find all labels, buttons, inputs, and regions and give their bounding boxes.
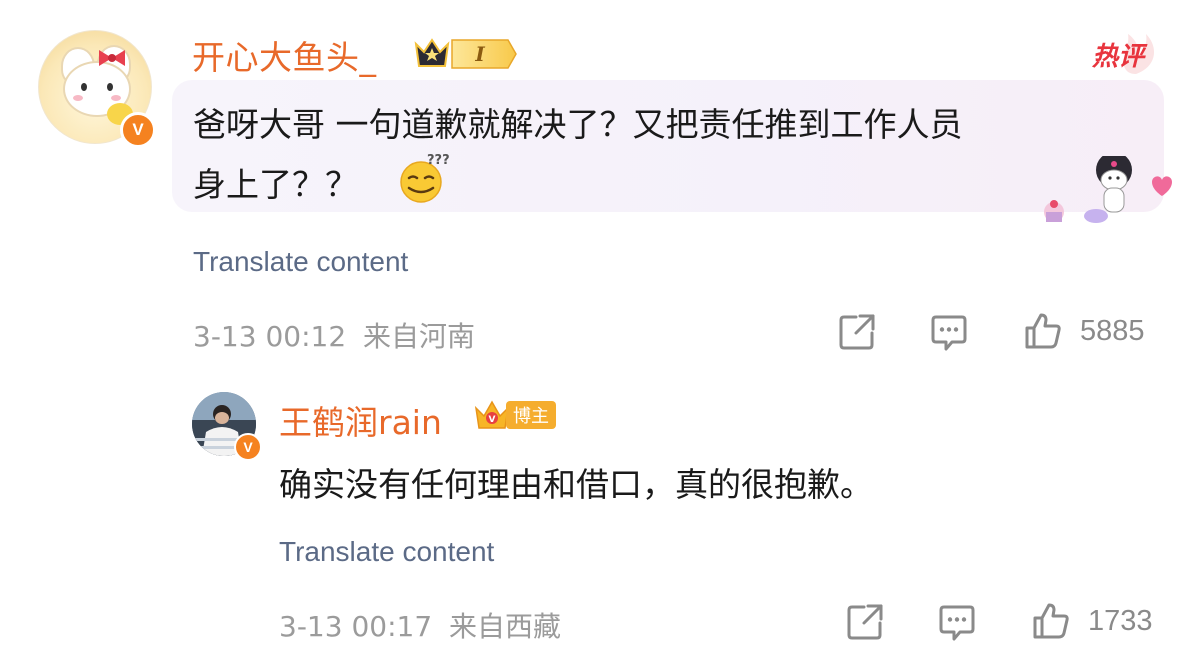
username[interactable]: 王鹤润rain <box>279 396 442 444</box>
username[interactable]: 开心大鱼头_ <box>192 31 377 79</box>
location: 来自河南 <box>363 320 476 353</box>
translate-link[interactable]: Translate content <box>193 246 408 278</box>
like-count: 1733 <box>1088 605 1153 637</box>
comment-icon[interactable] <box>930 314 968 352</box>
translate-link[interactable]: Translate content <box>279 536 494 568</box>
blogger-label: 博主 <box>506 401 556 429</box>
timestamp: 3-13 00:12 <box>193 320 347 353</box>
bow-icon <box>99 50 125 66</box>
hot-comment-tag: 热评 <box>1088 30 1160 76</box>
location: 来自西藏 <box>449 610 562 643</box>
fan-level-badge[interactable]: I <box>412 34 520 74</box>
comment-line: 身上了？？ <box>193 165 358 204</box>
blogger-badge: V 博主 <box>472 396 560 436</box>
confused-smile-emoji-icon: ??? <box>400 153 450 203</box>
reply-text[interactable]: 确实没有任何理由和借口，真的很抱歉。 <box>279 458 873 506</box>
svg-text:???: ??? <box>427 153 450 168</box>
verified-badge: V <box>120 112 156 148</box>
like-count: 5885 <box>1080 315 1145 347</box>
comment-line: 爸呀大哥 一句道歉就解决了？又把责任推到工作人员 <box>193 105 963 144</box>
share-icon[interactable] <box>846 603 884 641</box>
kuromi-decoration-icon <box>1044 156 1172 223</box>
verified-badge: V <box>234 433 262 461</box>
like-icon[interactable] <box>1032 602 1070 640</box>
share-icon[interactable] <box>838 313 876 351</box>
comment-icon[interactable] <box>938 604 976 642</box>
like-icon[interactable] <box>1024 312 1062 350</box>
comment-text[interactable]: 爸呀大哥 一句道歉就解决了？又把责任推到工作人员 身上了？？ <box>193 95 1153 215</box>
timestamp: 3-13 00:17 <box>279 610 433 643</box>
svg-text:V: V <box>489 415 496 425</box>
comment-meta: 3-13 00:12 来自河南 <box>193 315 475 355</box>
comment-thread: V 开心大鱼头_ I 热评 爸呀大哥 一句道歉就解决了？又把责任推到工作人员 身… <box>0 0 1200 668</box>
comment-meta: 3-13 00:17 来自西藏 <box>279 605 561 645</box>
level-label: I <box>474 42 485 66</box>
hot-label: 热评 <box>1092 42 1145 72</box>
